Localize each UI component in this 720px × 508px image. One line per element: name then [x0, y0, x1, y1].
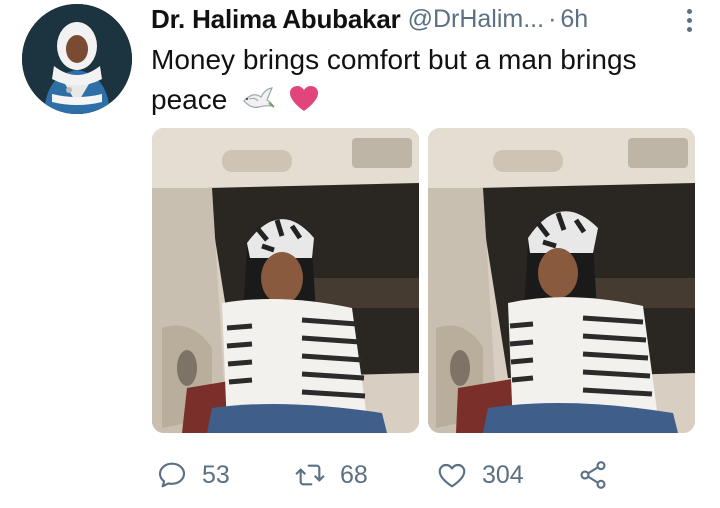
like-count: 304 [482, 460, 524, 489]
tweet-image-2[interactable] [428, 128, 695, 433]
avatar-image [22, 4, 132, 114]
author-name[interactable]: Dr. Halima Abubakar [151, 4, 401, 35]
tweet-timestamp[interactable]: 6h [560, 5, 588, 34]
avatar[interactable] [22, 4, 132, 114]
pink-heart-emoji [289, 84, 319, 124]
reply-icon [158, 462, 186, 488]
retweet-button[interactable]: 68 [294, 455, 368, 495]
share-icon [580, 461, 606, 489]
dove-emoji [241, 84, 275, 124]
retweet-count: 68 [340, 460, 368, 489]
tweet-body: Money brings comfort but a man brings pe… [151, 44, 637, 115]
more-options-icon[interactable] [676, 4, 702, 36]
author-handle[interactable]: @DrHalim... [408, 5, 545, 34]
reply-count: 53 [202, 460, 230, 489]
tweet-text: Money brings comfort but a man brings pe… [151, 40, 696, 124]
reply-button[interactable]: 53 [156, 455, 230, 495]
heart-icon [438, 463, 466, 488]
separator-dot: · [548, 4, 557, 33]
like-button[interactable]: 304 [436, 455, 524, 495]
share-button[interactable] [577, 455, 609, 495]
tweet-image-1[interactable] [152, 128, 419, 433]
tweet-header: Dr. Halima Abubakar @DrHalim... · 6h [151, 2, 706, 36]
retweet-icon [295, 464, 325, 486]
action-bar: 53 68 304 [152, 455, 720, 495]
